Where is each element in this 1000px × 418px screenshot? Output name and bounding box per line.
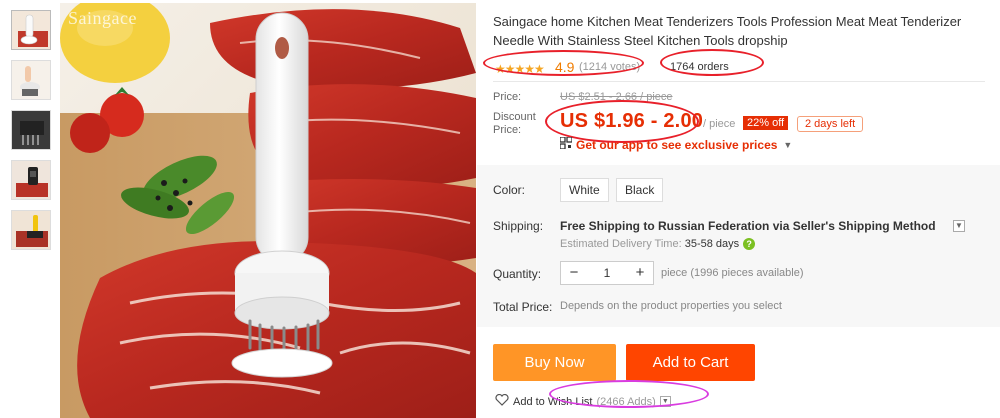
chevron-down-icon: ▼ [783,139,793,150]
add-to-cart-button[interactable]: Add to Cart [626,344,755,381]
per-piece-unit: / piece [703,118,736,130]
app-promo-link[interactable]: Get our app to see exclusive prices ▼ [559,136,793,152]
thumbnail-3[interactable] [11,110,51,150]
qr-code-icon [559,136,573,152]
thumbnail-5[interactable] [11,210,51,250]
delivery-label: Estimated Delivery Time: [560,238,685,250]
discount-label-line1: Discount [493,111,536,123]
discount-price-label: Discount Price: [493,111,536,137]
quantity-stepper: − 1 + [560,261,654,285]
product-info: Saingace home Kitchen Meat Tenderizers T… [493,0,993,82]
vote-count[interactable]: (1214 votes) [579,61,640,73]
quantity-increment-button[interactable]: + [627,262,653,284]
color-option-white[interactable]: White [560,178,609,202]
image-watermark: Saingace [68,8,137,28]
star-rating-icon: ★★★★★ [495,62,545,76]
thumbnail-4[interactable] [11,160,51,200]
color-label: Color: [493,183,526,197]
total-price-label: Total Price: [493,300,553,314]
discount-price: US $1.96 - 2.00 [560,110,704,132]
help-icon[interactable]: ? [743,238,756,251]
app-promo-text: Get our app to see exclusive prices [576,137,778,152]
wish-adds-count: (2466 Adds) [596,395,656,408]
pieces-available: piece (1996 pieces available) [661,267,804,279]
buy-now-button[interactable]: Buy Now [493,344,616,381]
shipping-destination: Russian Federation via Seller's Shipping… [654,219,936,233]
thumbnail-strip [11,10,51,260]
days-left-badge: 2 days left [797,116,864,132]
rating-row: ★★★★★ 4.9 (1214 votes) 1764 orders [493,56,993,82]
estimated-delivery: Estimated Delivery Time: 35-58 days? [560,238,756,251]
order-count: 1764 orders [670,61,729,73]
discount-label-line2: Price: [493,124,522,136]
quantity-input[interactable]: 1 [587,262,627,284]
quantity-label: Quantity: [493,267,542,281]
delivery-days: 35-58 [684,238,713,250]
divider [493,81,985,82]
thumbnail-1[interactable] [11,10,51,50]
wish-list-label: Add to Wish List [513,395,593,408]
total-price-note: Depends on the product properties you se… [560,300,782,312]
color-option-black[interactable]: Black [616,178,664,202]
shipping-method: Free Shipping to Russian Federation via … [560,219,936,233]
quantity-decrement-button[interactable]: − [561,262,587,284]
price-label: Price: [493,91,522,103]
shipping-dropdown-chevron-icon[interactable]: ▼ [953,220,965,232]
thumbnail-2[interactable] [11,60,51,100]
shipping-label: Shipping: [493,219,544,233]
original-price: US $2.51 - 2.66 / piece [560,91,673,103]
heart-icon [495,393,509,409]
wish-chevron-down-icon[interactable]: ▼ [659,396,671,407]
discount-badge: 22% off [743,116,789,130]
delivery-unit: days [712,238,740,250]
main-product-image [60,3,476,418]
product-title: Saingace home Kitchen Meat Tenderizers T… [493,14,962,48]
shipping-free-text: Free Shipping to [560,219,655,233]
rating-value: 4.9 [555,59,575,75]
add-to-wish-list[interactable]: Add to Wish List (2466 Adds) ▼ [495,393,671,409]
